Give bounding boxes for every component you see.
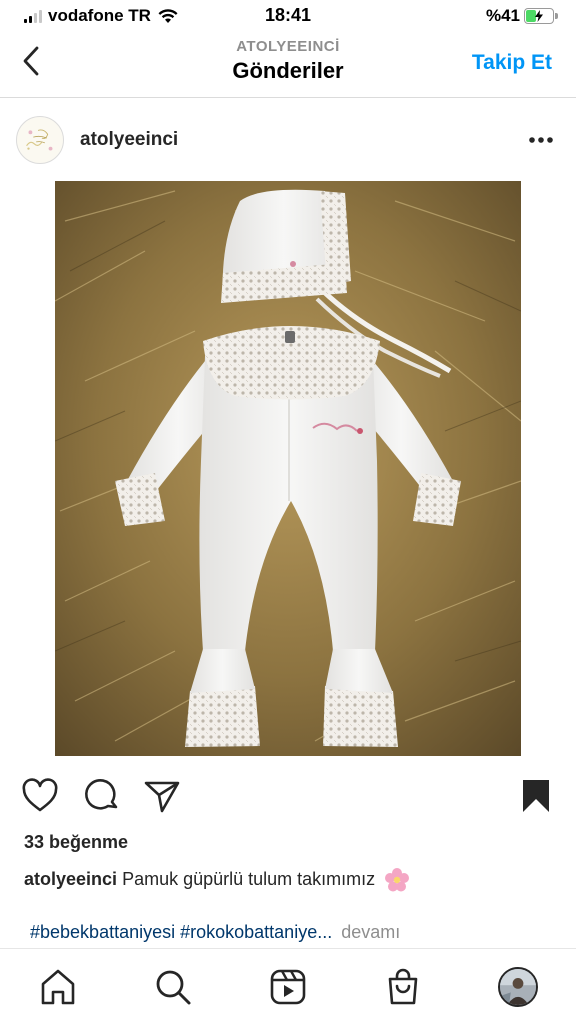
post-caption: atolyeeinci Pamuk güpürlü tulum takımımı…	[24, 867, 410, 893]
battery-percent: %41	[485, 6, 520, 25]
comment-icon[interactable]	[82, 776, 122, 816]
like-count[interactable]: 33 beğenme	[24, 832, 128, 853]
more-horizontal-icon[interactable]	[526, 130, 556, 150]
cherry-blossom-icon	[385, 868, 410, 892]
shop-icon[interactable]	[383, 967, 423, 1007]
avatar[interactable]	[16, 116, 64, 164]
send-icon[interactable]	[142, 776, 182, 816]
bottom-nav	[0, 948, 576, 1024]
baby-outfit-photo	[55, 181, 521, 756]
post-actions	[0, 770, 576, 820]
search-icon[interactable]	[153, 967, 193, 1007]
bookmark-icon[interactable]	[516, 776, 556, 816]
battery-group: %41	[485, 6, 558, 26]
battery-icon	[524, 8, 558, 24]
post-photo[interactable]	[55, 181, 521, 756]
caption-text: Pamuk güpürlü tulum takımımız	[122, 868, 376, 889]
follow-button[interactable]: Takip Et	[472, 51, 552, 75]
post-username[interactable]: atolyeeinci	[80, 129, 178, 151]
caption-username[interactable]: atolyeeinci	[24, 869, 117, 889]
hashtags-line: #bebekbattaniyesi #rokokobattaniye... de…	[30, 922, 400, 943]
nav-header: ATOLYEEINCİ Gönderiler Takip Et	[0, 34, 576, 98]
reels-icon[interactable]	[268, 967, 308, 1007]
status-bar: vodafone TR 18:41 %41	[0, 0, 576, 34]
more-link[interactable]: devamı	[341, 922, 400, 942]
heart-icon[interactable]	[20, 776, 60, 816]
post-header: atolyeeinci	[0, 100, 576, 180]
hashtags[interactable]: #bebekbattaniyesi #rokokobattaniye...	[30, 922, 332, 942]
home-icon[interactable]	[38, 967, 78, 1007]
profile-avatar[interactable]	[498, 967, 538, 1007]
